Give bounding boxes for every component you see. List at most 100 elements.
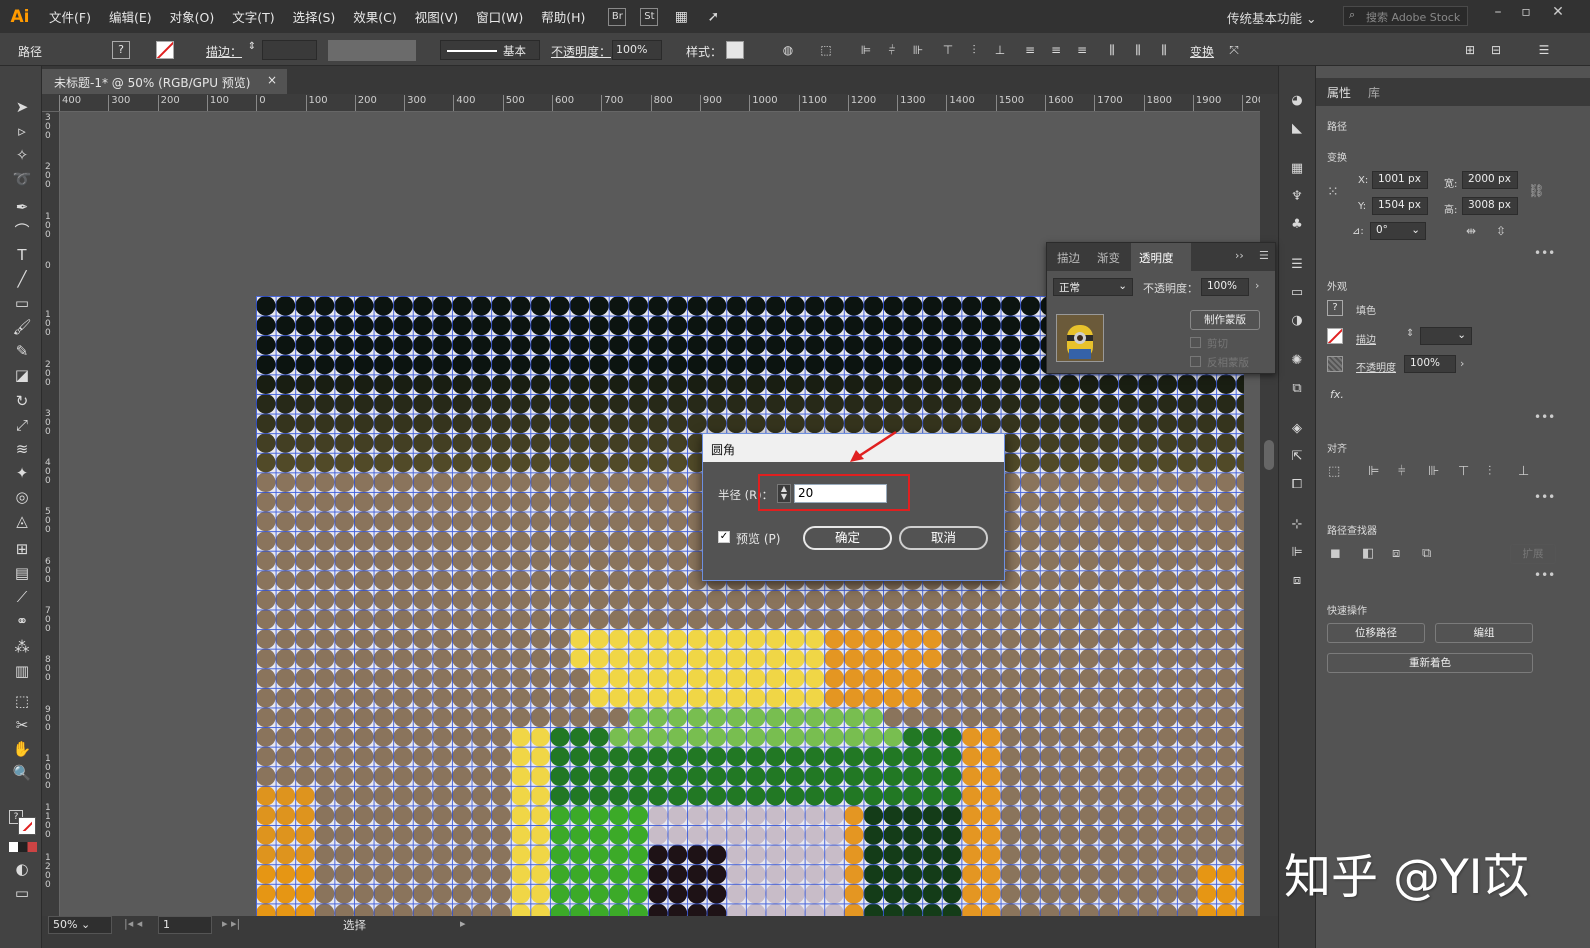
warp-tool-icon[interactable]: ≋ (11, 438, 33, 460)
align-left-icon[interactable]: ⊫ (858, 42, 874, 58)
mask-thumbnail[interactable] (1056, 314, 1104, 362)
symbol-sprayer-tool-icon[interactable]: ⁂ (11, 636, 33, 658)
color-guide-icon[interactable]: ◣ (1288, 120, 1306, 138)
fx-button[interactable]: fx. (1330, 388, 1344, 401)
menu-help[interactable]: 帮助(H) (532, 7, 594, 26)
clip-checkbox[interactable] (1190, 337, 1201, 348)
artboard-number-field[interactable]: 1 (158, 916, 212, 934)
blend-tool-icon[interactable]: ⚭ (11, 610, 33, 632)
tab-stroke[interactable]: 描边 (1057, 250, 1080, 266)
zoom-select[interactable]: 50% ⌄ (48, 916, 112, 934)
intersect-icon[interactable]: ⧈ (1392, 546, 1400, 561)
x-field[interactable]: 1001 px (1372, 171, 1428, 189)
recolor-artwork-icon[interactable]: ◍ (780, 42, 796, 58)
minus-front-icon[interactable]: ◧ (1362, 546, 1374, 561)
asset-export-icon[interactable]: ⇱ (1288, 448, 1306, 466)
blob-brush-tool-icon[interactable]: ✎ (11, 340, 33, 362)
close-window-button[interactable]: ✕ (1546, 4, 1570, 24)
unite-icon[interactable]: ◼ (1330, 546, 1341, 561)
vertical-ruler[interactable]: 300 200 100 0 100 200 300 400 500 600 700 800 900 100… (42, 112, 60, 920)
lasso-tool-icon[interactable]: ➰ (11, 168, 33, 190)
distribute-left-icon[interactable]: ⫼ (1104, 42, 1120, 58)
offset-path-button[interactable]: 位移路径 (1327, 623, 1425, 643)
stroke-label-props[interactable]: 描边 (1356, 331, 1376, 346)
document-tab[interactable]: 未标题-1* @ 50% (RGB/GPU 预览) × (42, 69, 287, 94)
status-menu-arrow-icon[interactable]: ▸ (460, 917, 466, 930)
brushes-panel-icon[interactable]: ♆ (1288, 188, 1306, 206)
minimize-button[interactable]: – (1486, 4, 1510, 24)
arrange-documents-icon[interactable]: ▦ (672, 8, 690, 26)
color-panel-icon[interactable]: ◕ (1288, 92, 1306, 110)
props-align-left-icon[interactable]: ⊫ (1368, 464, 1379, 479)
stock-search-input[interactable]: ⌕ 搜索 Adobe Stock (1343, 6, 1468, 26)
align-center-icon[interactable]: ⫩ (884, 42, 900, 58)
panel-opacity-field[interactable]: 100% (1201, 278, 1249, 296)
flip-horizontal-icon[interactable]: ⇹ (1466, 224, 1476, 238)
stroke-panel-icon[interactable]: ☰ (1288, 256, 1306, 274)
tab-libraries[interactable]: 库 (1368, 84, 1380, 101)
rectangle-tool-icon[interactable]: ▭ (11, 292, 33, 314)
toolbox-stroke-swatch[interactable] (18, 817, 36, 835)
props-align-vcenter-icon[interactable]: ⫶ (1488, 464, 1491, 479)
zoom-tool-icon[interactable]: 🔍 (11, 762, 33, 784)
stroke-weight-stepper[interactable]: ⇕ (246, 41, 258, 59)
menu-select[interactable]: 选择(S) (284, 7, 345, 26)
opacity-field-props[interactable]: 100% (1404, 355, 1456, 373)
opacity-field[interactable]: 100% (612, 40, 662, 60)
distribute-right-icon[interactable]: ⫼ (1156, 42, 1172, 58)
reference-point-icon[interactable]: ⁙ (1327, 184, 1345, 202)
tab-gradient[interactable]: 渐变 (1097, 250, 1120, 266)
align-right-icon[interactable]: ⊪ (910, 42, 926, 58)
hand-tool-icon[interactable]: ✋ (11, 738, 33, 760)
curvature-tool-icon[interactable]: ⌒ (11, 220, 33, 242)
stock-button[interactable]: St (640, 7, 659, 26)
transparency-panel-icon[interactable]: ◑ (1288, 312, 1306, 330)
props-align-right-icon[interactable]: ⊪ (1428, 464, 1439, 479)
align-bottom-icon[interactable]: ⊥ (992, 42, 1008, 58)
maximize-button[interactable]: ▫ (1514, 4, 1538, 24)
vertical-scroll-thumb[interactable] (1264, 440, 1274, 470)
slice-tool-icon[interactable]: ✂ (11, 714, 33, 736)
align-panel-icon[interactable]: ⊫ (1288, 544, 1306, 562)
stroke-color-swatch[interactable] (1327, 328, 1343, 344)
more-transform-icon[interactable]: ••• (1534, 246, 1555, 260)
isolate-icon[interactable]: ⤧ (1226, 42, 1242, 58)
rotate-tool-icon[interactable]: ↻ (11, 390, 33, 412)
dock-menu-icon[interactable]: ⊟ (1488, 42, 1504, 58)
vertical-scrollbar[interactable] (1260, 94, 1278, 920)
expand-button[interactable]: 扩展 (1510, 544, 1556, 564)
fill-swatch[interactable]: ? (112, 41, 130, 59)
pen-tool-icon[interactable]: ✒ (11, 196, 33, 218)
screen-mode-icon[interactable]: ▭ (11, 882, 33, 904)
close-tab-icon[interactable]: × (267, 73, 277, 87)
paintbrush-tool-icon[interactable]: 🖌 (11, 316, 33, 338)
pathfinder-panel-icon[interactable]: ⧈ (1288, 572, 1306, 590)
eraser-tool-icon[interactable]: ◪ (11, 364, 33, 386)
type-tool-icon[interactable]: T (11, 244, 33, 266)
direct-selection-tool-icon[interactable]: ▹ (11, 120, 33, 142)
more-align-icon[interactable]: ••• (1534, 490, 1555, 504)
align-to-selection-icon[interactable]: ⬚ (1328, 464, 1340, 479)
graphic-style-swatch[interactable] (726, 41, 744, 59)
distribute-bottom-icon[interactable]: ≡ (1074, 42, 1090, 58)
props-align-top-icon[interactable]: ⊤ (1458, 464, 1469, 479)
brush-definition-select[interactable]: 基本 (440, 40, 540, 60)
align-to-icon[interactable]: ⬚ (818, 42, 834, 58)
tab-properties[interactable]: 属性 (1327, 84, 1351, 101)
blend-mode-select[interactable]: 正常 ⌄ (1053, 278, 1133, 296)
distribute-vcenter-icon[interactable]: ≡ (1048, 42, 1064, 58)
bridge-button[interactable]: Br (608, 7, 627, 26)
exclude-icon[interactable]: ⧉ (1422, 546, 1431, 561)
draw-mode-icon[interactable]: ◐ (11, 858, 33, 880)
angle-field[interactable]: 0° ⌄ (1370, 222, 1426, 240)
gradient-panel-icon[interactable]: ▭ (1288, 284, 1306, 302)
artboard-tool-icon[interactable]: ⬚ (11, 690, 33, 712)
artboards-panel-icon[interactable]: ⧠ (1288, 476, 1306, 494)
shape-builder-tool-icon[interactable]: ◎ (11, 486, 33, 508)
ok-button[interactable]: 确定 (803, 526, 892, 550)
magic-wand-tool-icon[interactable]: ✧ (11, 144, 33, 166)
stroke-swatch[interactable] (156, 41, 174, 59)
control-menu-icon[interactable]: ☰ (1536, 42, 1552, 58)
distribute-top-icon[interactable]: ≡ (1022, 42, 1038, 58)
opacity-arrow-icon[interactable]: › (1460, 357, 1464, 370)
